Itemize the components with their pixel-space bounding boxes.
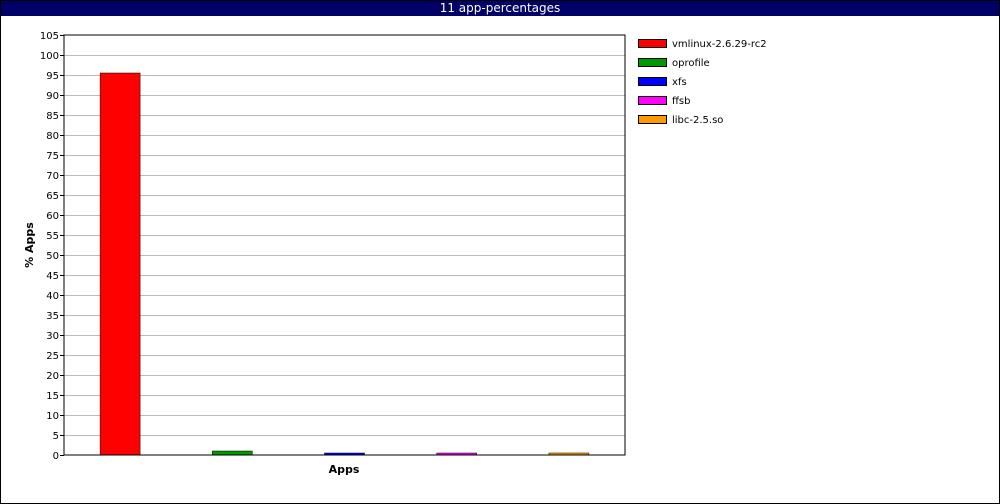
y-tick-label: 35 — [46, 311, 59, 322]
y-tick-label: 90 — [46, 91, 59, 102]
legend-swatch — [638, 115, 667, 124]
y-tick-label: 85 — [46, 111, 59, 122]
y-tick-label: 55 — [46, 231, 59, 242]
y-tick-label: 95 — [46, 71, 59, 82]
plot-area — [64, 35, 625, 455]
legend-swatch — [638, 39, 667, 48]
legend-label: oprofile — [672, 58, 710, 69]
y-tick-label: 50 — [46, 251, 59, 262]
bar-chart: 0 5 10 15 20 25 30 35 40 45 50 55 60 65 70 75 80 85 90 95 10… — [23, 31, 767, 476]
y-tick-label: 65 — [46, 191, 59, 202]
y-tick-label: 45 — [46, 271, 59, 282]
x-axis-title: Apps — [329, 463, 360, 476]
y-tick-label: 75 — [46, 151, 59, 162]
y-tick-label: 5 — [53, 431, 59, 442]
legend-label: vmlinux-2.6.29-rc2 — [672, 39, 767, 50]
legend-swatch — [638, 58, 667, 67]
y-axis-ticks: 0 5 10 15 20 25 30 35 40 45 50 55 60 65 70 75 80 85 90 95 10… — [40, 31, 64, 462]
legend-label: libc-2.5.so — [672, 115, 723, 126]
y-tick-label: 15 — [46, 391, 59, 402]
y-tick-label: 100 — [40, 51, 59, 62]
y-tick-label: 70 — [46, 171, 59, 182]
bar-vmlinux-2-6-29-rc2 — [99, 72, 141, 456]
legend-swatch — [638, 96, 667, 105]
y-tick-label: 80 — [46, 131, 59, 142]
legend-label: xfs — [672, 77, 687, 88]
y-tick-label: 105 — [40, 31, 59, 42]
legend: vmlinux-2.6.29-rc2 oprofile xfs ffsb libc-2.… — [638, 39, 767, 126]
y-tick-label: 0 — [53, 451, 59, 462]
y-tick-label: 10 — [46, 411, 59, 422]
legend-swatch — [638, 77, 667, 86]
y-tick-label: 40 — [46, 291, 59, 302]
y-tick-label: 25 — [46, 351, 59, 362]
bar-oprofile — [212, 450, 253, 456]
y-tick-label: 20 — [46, 371, 59, 382]
y-tick-label: 30 — [46, 331, 59, 342]
y-axis-title: % Apps — [23, 222, 36, 268]
legend-label: ffsb — [672, 96, 690, 107]
y-tick-label: 60 — [46, 211, 59, 222]
